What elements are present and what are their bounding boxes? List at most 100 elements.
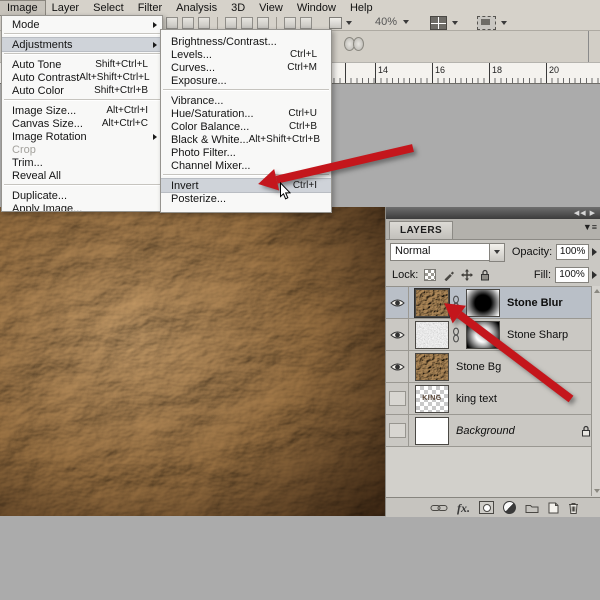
menu-item-color-balance[interactable]: Color Balance... Ctrl+B [161, 120, 331, 133]
menu-item-image-rotation[interactable]: Image Rotation [2, 130, 162, 143]
blend-mode-dropdown-button[interactable] [489, 243, 504, 262]
menu-item-brightness-contrast[interactable]: Brightness/Contrast... [161, 35, 331, 48]
visibility-toggle[interactable] [386, 415, 409, 446]
menu-item-shortcut: Alt+Ctrl+I [106, 105, 157, 116]
option-icon-button[interactable] [182, 17, 194, 29]
delete-layer-trash-icon[interactable] [568, 502, 579, 514]
opacity-label: Opacity: [512, 246, 552, 258]
layer-name[interactable]: Stone Blur [507, 297, 563, 309]
scroll-up-icon[interactable] [594, 289, 600, 293]
arrange-documents-button[interactable] [430, 16, 458, 30]
menu-item-vibrance[interactable]: Vibrance... [161, 94, 331, 107]
option-icon-button[interactable] [198, 17, 210, 29]
menu-analysis[interactable]: Analysis [169, 1, 224, 15]
photoshop-window: { "menu_bar": { "items": [ {"label":"Ima… [0, 0, 600, 600]
menu-layer[interactable]: Layer [45, 1, 87, 15]
zoom-level-dropdown[interactable]: 40% [375, 16, 409, 28]
layer-thumbnail[interactable] [415, 321, 449, 349]
menu-item-posterize[interactable]: Posterize... [161, 192, 331, 205]
layer-name[interactable]: Stone Sharp [507, 329, 568, 341]
thumbnail-text: KING [422, 395, 442, 402]
lock-position-move-icon[interactable] [461, 269, 473, 281]
layer-name[interactable]: Background [456, 425, 515, 437]
layer-style-fx-icon[interactable]: fx. [457, 502, 470, 514]
chevron-down-icon [452, 21, 458, 25]
screen-mode-button[interactable] [477, 16, 507, 30]
layer-thumbnail[interactable] [415, 417, 449, 445]
menu-image[interactable]: Image [0, 1, 45, 15]
zoom-level-value: 40% [375, 16, 397, 28]
mask-link-icon[interactable] [452, 327, 460, 343]
menu-item-curves[interactable]: Curves... Ctrl+M [161, 61, 331, 74]
visibility-toggle[interactable] [386, 287, 409, 318]
menu-filter[interactable]: Filter [131, 1, 169, 15]
new-layer-icon[interactable] [548, 502, 559, 514]
menu-item-exposure[interactable]: Exposure... [161, 74, 331, 87]
menu-item-auto-contrast[interactable]: Auto Contrast Alt+Shift+Ctrl+L [2, 71, 162, 84]
menu-item-canvas-size[interactable]: Canvas Size... Alt+Ctrl+C [2, 117, 162, 130]
menu-item-reveal-all[interactable]: Reveal All [2, 169, 162, 182]
add-layer-mask-icon[interactable] [479, 501, 494, 514]
menu-item-adjustments[interactable]: Adjustments [2, 38, 162, 51]
option-icon-button[interactable] [225, 17, 237, 29]
blend-mode-select[interactable]: Normal [390, 243, 490, 261]
option-icon-button[interactable] [241, 17, 253, 29]
new-group-folder-icon[interactable] [525, 503, 539, 513]
layer-lock-icon [581, 425, 591, 437]
layer-mask-thumbnail[interactable] [466, 289, 500, 317]
lock-transparency-icon[interactable] [424, 269, 436, 281]
menu-item-levels[interactable]: Levels... Ctrl+L [161, 48, 331, 61]
tab-layers[interactable]: LAYERS [389, 221, 453, 239]
ruler-number: 16 [435, 65, 445, 75]
visibility-toggle[interactable] [386, 319, 409, 350]
option-icon-button[interactable] [166, 17, 178, 29]
layer-row-stone-blur[interactable]: Stone Blur [386, 287, 600, 319]
menu-item-black-white[interactable]: Black & White... Alt+Shift+Ctrl+B [161, 133, 331, 146]
opacity-value-field[interactable]: 100% [556, 244, 589, 260]
menu-bar: Image Layer Select Filter Analysis 3D Vi… [0, 0, 600, 15]
menu-item-trim[interactable]: Trim... [2, 156, 162, 169]
lock-all-icon[interactable] [480, 269, 490, 281]
visibility-toggle[interactable] [386, 383, 409, 414]
menu-help[interactable]: Help [343, 1, 380, 15]
collapse-panels-icon[interactable]: ◀◀ ▶ [574, 209, 596, 217]
layer-thumbnail[interactable]: KING [415, 385, 449, 413]
menu-item-apply-image[interactable]: Apply Image... [2, 202, 162, 212]
menu-item-photo-filter[interactable]: Photo Filter... [161, 146, 331, 159]
layer-name[interactable]: Stone Bg [456, 361, 501, 373]
menu-item-auto-tone[interactable]: Auto Tone Shift+Ctrl+L [2, 58, 162, 71]
layer-row-background[interactable]: Background [386, 415, 600, 447]
fill-slider-arrow-icon[interactable] [592, 271, 597, 279]
menu-item-invert[interactable]: Invert Ctrl+I [161, 179, 331, 192]
menu-3d[interactable]: 3D [224, 1, 252, 15]
lock-fill-row: Lock: Fill: 100% [386, 264, 600, 287]
layer-row-stone-bg[interactable]: Stone Bg [386, 351, 600, 383]
panel-menu-icon[interactable]: ▼≡ [583, 223, 597, 232]
menu-select[interactable]: Select [86, 1, 131, 15]
menu-item-auto-color[interactable]: Auto Color Shift+Ctrl+B [2, 84, 162, 97]
menu-separator [163, 89, 329, 91]
menu-item-image-size[interactable]: Image Size... Alt+Ctrl+I [2, 104, 162, 117]
lock-paint-brush-icon[interactable] [443, 270, 454, 281]
layer-thumbnail[interactable] [415, 353, 449, 381]
layers-scrollbar[interactable] [591, 286, 600, 496]
option-icon-button[interactable] [300, 17, 312, 29]
option-icon-button[interactable] [284, 17, 296, 29]
scroll-down-icon[interactable] [594, 489, 600, 493]
menu-window[interactable]: Window [290, 1, 343, 15]
blend-opacity-row: Normal Opacity: 100% [386, 240, 600, 264]
opacity-slider-arrow-icon[interactable] [592, 248, 597, 256]
menu-view[interactable]: View [252, 1, 290, 15]
menu-item-duplicate[interactable]: Duplicate... [2, 189, 162, 202]
link-layers-icon[interactable] [430, 503, 448, 513]
adjustment-layer-icon[interactable] [503, 501, 516, 514]
menu-item-label: Channel Mixer... [171, 160, 250, 172]
menu-item-hue-saturation[interactable]: Hue/Saturation... Ctrl+U [161, 107, 331, 120]
visibility-toggle[interactable] [386, 351, 409, 382]
option-icon-button[interactable] [257, 17, 269, 29]
layer-name[interactable]: king text [456, 393, 497, 405]
menu-item-mode[interactable]: Mode [2, 18, 162, 31]
document-canvas[interactable] [0, 207, 385, 516]
tool-preset-picker[interactable] [329, 17, 352, 29]
fill-value-field[interactable]: 100% [555, 267, 589, 283]
